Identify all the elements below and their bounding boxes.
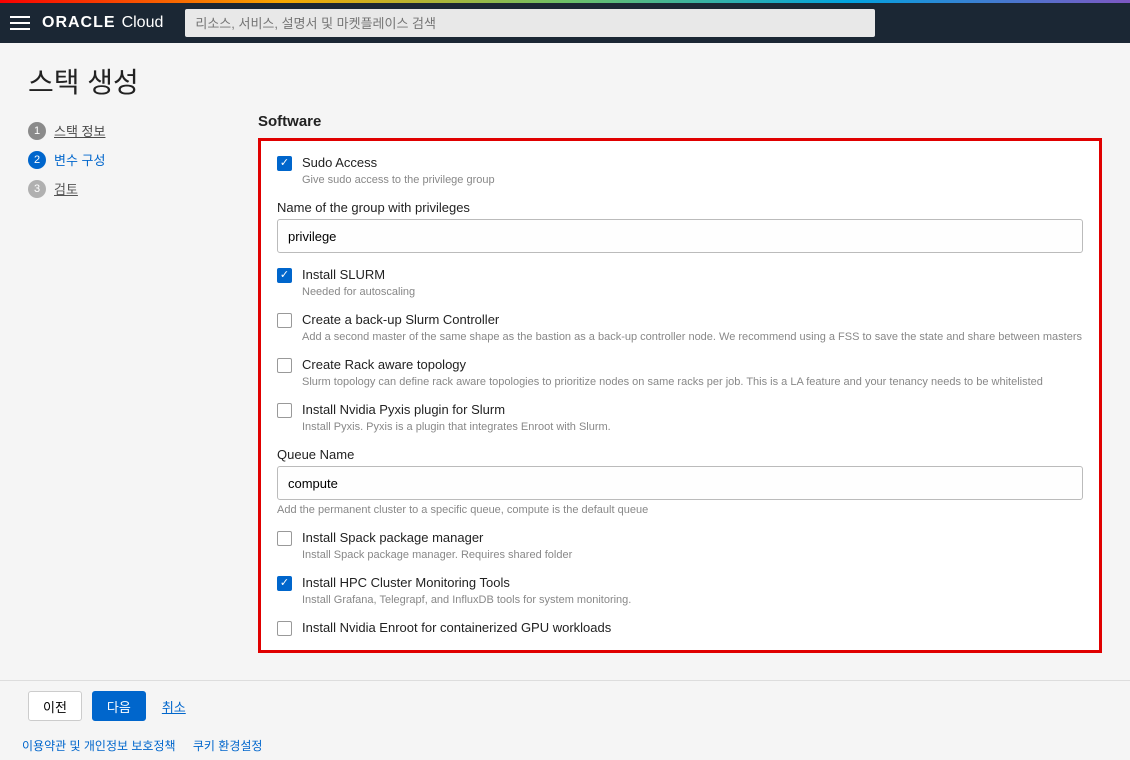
terms-link[interactable]: 이용약관 및 개인정보 보호정책 <box>22 739 176 753</box>
menu-icon[interactable] <box>10 16 30 30</box>
legal-footer: 이용약관 및 개인정보 보호정책 쿠키 환경설정 <box>0 731 1130 760</box>
backup-controller-help: Add a second master of the same shape as… <box>302 331 1083 343</box>
sudo-access-help: Give sudo access to the privilege group <box>302 174 1083 186</box>
rack-topology-help: Slurm topology can define rack aware top… <box>302 376 1083 388</box>
step-number: 2 <box>28 151 46 169</box>
brand-logo[interactable]: ORACLE Cloud <box>42 14 163 32</box>
brand-oracle: ORACLE <box>42 14 116 32</box>
next-button[interactable]: 다음 <box>92 691 146 721</box>
section-title-software: Software <box>258 113 1102 130</box>
backup-controller-label: Create a back-up Slurm Controller <box>302 312 1083 327</box>
global-header: ORACLE Cloud <box>0 3 1130 43</box>
pyxis-help: Install Pyxis. Pyxis is a plugin that in… <box>302 421 1083 433</box>
install-slurm-checkbox[interactable] <box>277 268 292 283</box>
step-review[interactable]: 3 검토 <box>28 179 238 198</box>
page-title: 스택 생성 <box>0 43 1130 113</box>
backup-controller-checkbox[interactable] <box>277 313 292 328</box>
wizard-stepper: 1 스택 정보 2 변수 구성 3 검토 <box>28 113 238 680</box>
brand-cloud: Cloud <box>122 14 164 32</box>
group-name-label: Name of the group with privileges <box>277 200 1083 215</box>
spack-label: Install Spack package manager <box>302 530 1083 545</box>
monitoring-checkbox[interactable] <box>277 576 292 591</box>
queue-name-input[interactable] <box>277 466 1083 500</box>
step-label: 검토 <box>54 179 78 198</box>
step-label[interactable]: 변수 구성 <box>54 150 105 169</box>
step-number: 3 <box>28 180 46 198</box>
pyxis-checkbox[interactable] <box>277 403 292 418</box>
form-panel: Software Sudo Access Give sudo access to… <box>258 113 1102 680</box>
highlighted-section: Sudo Access Give sudo access to the priv… <box>258 138 1102 653</box>
spack-checkbox[interactable] <box>277 531 292 546</box>
install-slurm-label: Install SLURM <box>302 267 1083 282</box>
step-label[interactable]: 스택 정보 <box>54 121 105 140</box>
pyxis-label: Install Nvidia Pyxis plugin for Slurm <box>302 402 1083 417</box>
search-input[interactable] <box>185 9 875 37</box>
cookies-link[interactable]: 쿠키 환경설정 <box>193 739 263 753</box>
step-stack-info[interactable]: 1 스택 정보 <box>28 121 238 140</box>
enroot-checkbox[interactable] <box>277 621 292 636</box>
sudo-access-checkbox[interactable] <box>277 156 292 171</box>
step-number: 1 <box>28 122 46 140</box>
sudo-access-label: Sudo Access <box>302 155 1083 170</box>
spack-help: Install Spack package manager. Requires … <box>302 549 1083 561</box>
rack-topology-label: Create Rack aware topology <box>302 357 1083 372</box>
monitoring-help: Install Grafana, Telegrapf, and InfluxDB… <box>302 594 1083 606</box>
previous-button[interactable]: 이전 <box>28 691 82 721</box>
monitoring-label: Install HPC Cluster Monitoring Tools <box>302 575 1083 590</box>
cancel-link[interactable]: 취소 <box>162 697 186 716</box>
group-name-input[interactable] <box>277 219 1083 253</box>
wizard-footer: 이전 다음 취소 <box>0 680 1130 731</box>
rack-topology-checkbox[interactable] <box>277 358 292 373</box>
queue-name-label: Queue Name <box>277 447 1083 462</box>
queue-name-help: Add the permanent cluster to a specific … <box>277 504 1083 516</box>
enroot-label: Install Nvidia Enroot for containerized … <box>302 620 1083 635</box>
step-variables[interactable]: 2 변수 구성 <box>28 150 238 169</box>
install-slurm-help: Needed for autoscaling <box>302 286 1083 298</box>
